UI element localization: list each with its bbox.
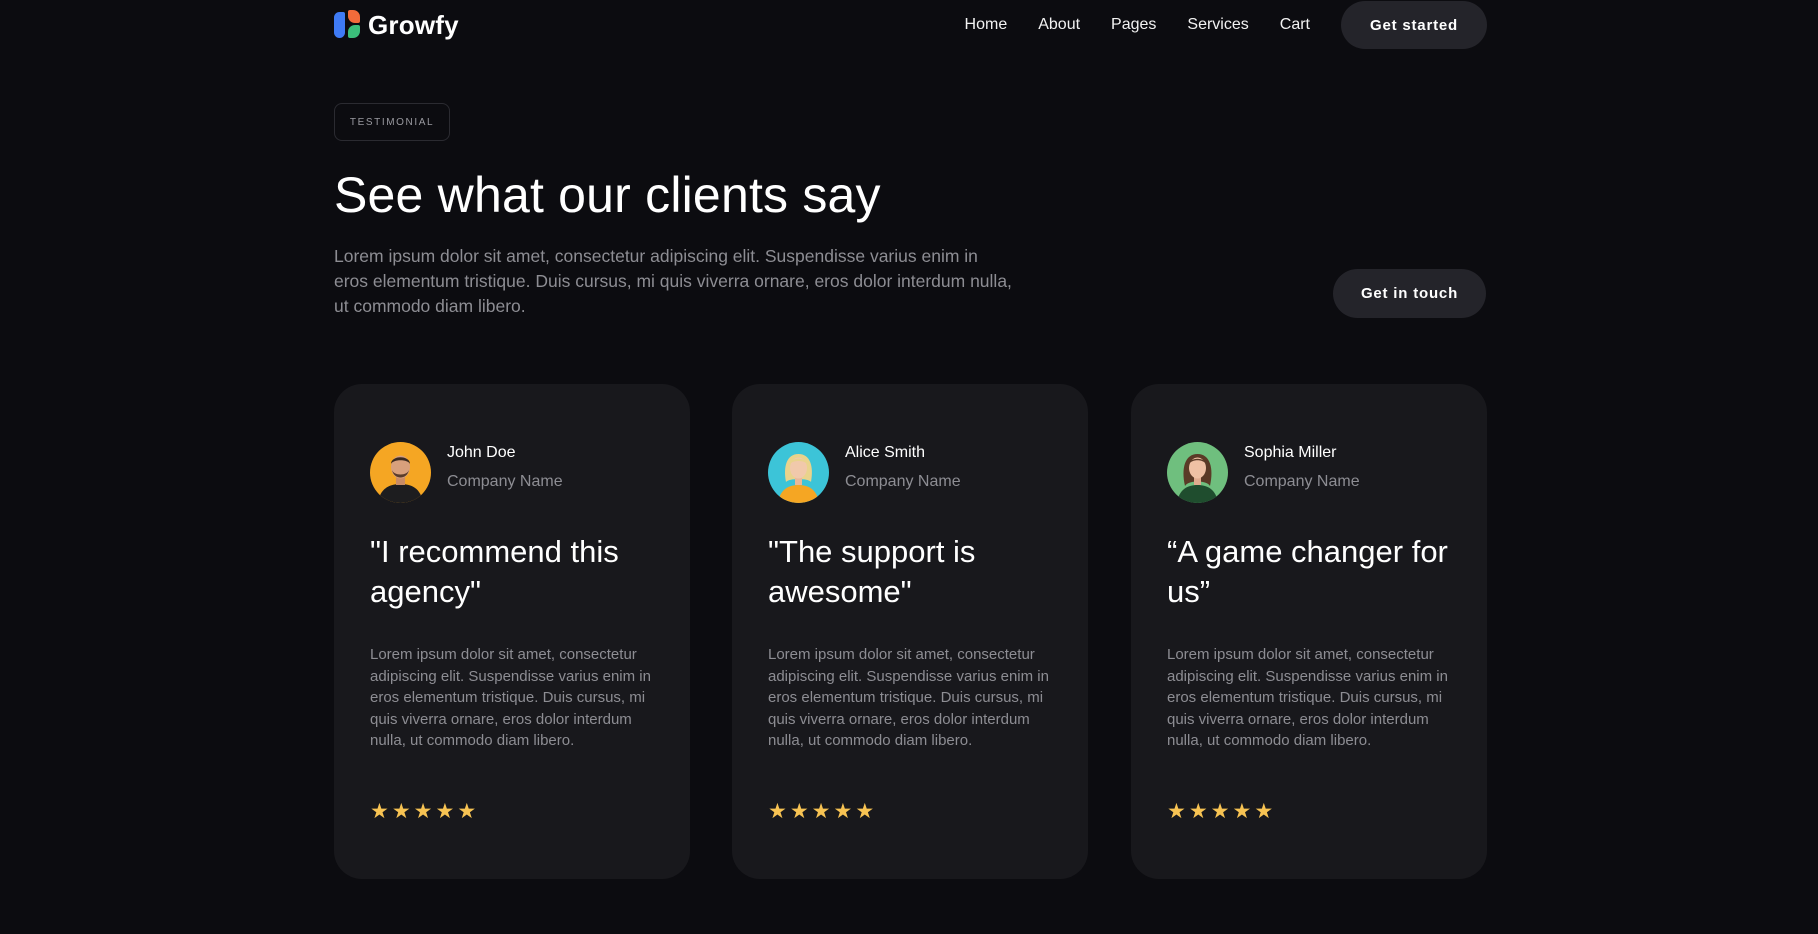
brand-name: Growfy xyxy=(368,9,459,40)
star-rating: ★ ★ ★ ★ ★ xyxy=(1167,801,1273,822)
top-nav: Growfy Home About Pages Services Cart Ge… xyxy=(334,0,1487,50)
nav-link-home[interactable]: Home xyxy=(965,16,1008,34)
star-icon: ★ xyxy=(811,800,831,823)
star-icon: ★ xyxy=(833,800,853,823)
testimonial-cards: John Doe Company Name "I recommend this … xyxy=(334,384,1487,879)
nav-link-pages[interactable]: Pages xyxy=(1111,16,1156,34)
get-in-touch-button[interactable]: Get in touch xyxy=(1333,269,1486,318)
testimonial-card: John Doe Company Name "I recommend this … xyxy=(334,384,690,879)
brand-logo[interactable]: Growfy xyxy=(334,10,459,41)
star-icon: ★ xyxy=(1254,800,1274,823)
person-company: Company Name xyxy=(447,473,563,490)
testimonial-quote: “A game changer for us” xyxy=(1167,534,1448,609)
testimonial-card: Sophia Miller Company Name “A game chang… xyxy=(1131,384,1487,879)
nav-link-cart[interactable]: Cart xyxy=(1280,16,1310,34)
nav-links: Home About Pages Services Cart xyxy=(965,16,1310,34)
testimonial-body: Lorem ipsum dolor sit amet, consectetur … xyxy=(370,646,651,749)
star-icon: ★ xyxy=(457,800,477,823)
star-icon: ★ xyxy=(789,800,809,823)
star-icon: ★ xyxy=(1232,800,1252,823)
star-icon: ★ xyxy=(768,800,787,823)
person-name: John Doe xyxy=(447,444,516,461)
testimonial-quote: "I recommend this agency" xyxy=(370,534,619,609)
star-icon: ★ xyxy=(1167,800,1186,823)
star-rating: ★ ★ ★ ★ ★ xyxy=(768,801,874,822)
section-title: See what our clients say xyxy=(334,167,881,223)
testimonial-quote: "The support is awesome" xyxy=(768,534,976,609)
testimonial-body: Lorem ipsum dolor sit amet, consectetur … xyxy=(1167,646,1448,749)
star-icon: ★ xyxy=(413,800,433,823)
page: Growfy Home About Pages Services Cart Ge… xyxy=(0,0,1818,934)
testimonial-card: Alice Smith Company Name "The support is… xyxy=(732,384,1088,879)
person-company: Company Name xyxy=(1244,473,1360,490)
nav-link-about[interactable]: About xyxy=(1038,16,1080,34)
person-name: Alice Smith xyxy=(845,444,926,461)
avatar xyxy=(1167,442,1228,503)
section-description: Lorem ipsum dolor sit amet, consectetur … xyxy=(334,246,1012,316)
person-company: Company Name xyxy=(845,473,961,490)
star-rating: ★ ★ ★ ★ ★ xyxy=(370,801,476,822)
person-name: Sophia Miller xyxy=(1244,444,1337,461)
star-icon: ★ xyxy=(435,800,455,823)
star-icon: ★ xyxy=(391,800,411,823)
star-icon: ★ xyxy=(1210,800,1230,823)
avatar xyxy=(370,442,431,503)
logo-mark-icon xyxy=(334,10,362,40)
nav-right: Home About Pages Services Cart Get start… xyxy=(965,1,1487,49)
section-tag: TESTIMONIAL xyxy=(334,103,450,141)
testimonial-body: Lorem ipsum dolor sit amet, consectetur … xyxy=(768,646,1049,749)
star-icon: ★ xyxy=(855,800,875,823)
nav-link-services[interactable]: Services xyxy=(1187,16,1248,34)
get-started-button[interactable]: Get started xyxy=(1341,1,1487,49)
avatar xyxy=(768,442,829,503)
star-icon: ★ xyxy=(370,800,389,823)
star-icon: ★ xyxy=(1188,800,1208,823)
